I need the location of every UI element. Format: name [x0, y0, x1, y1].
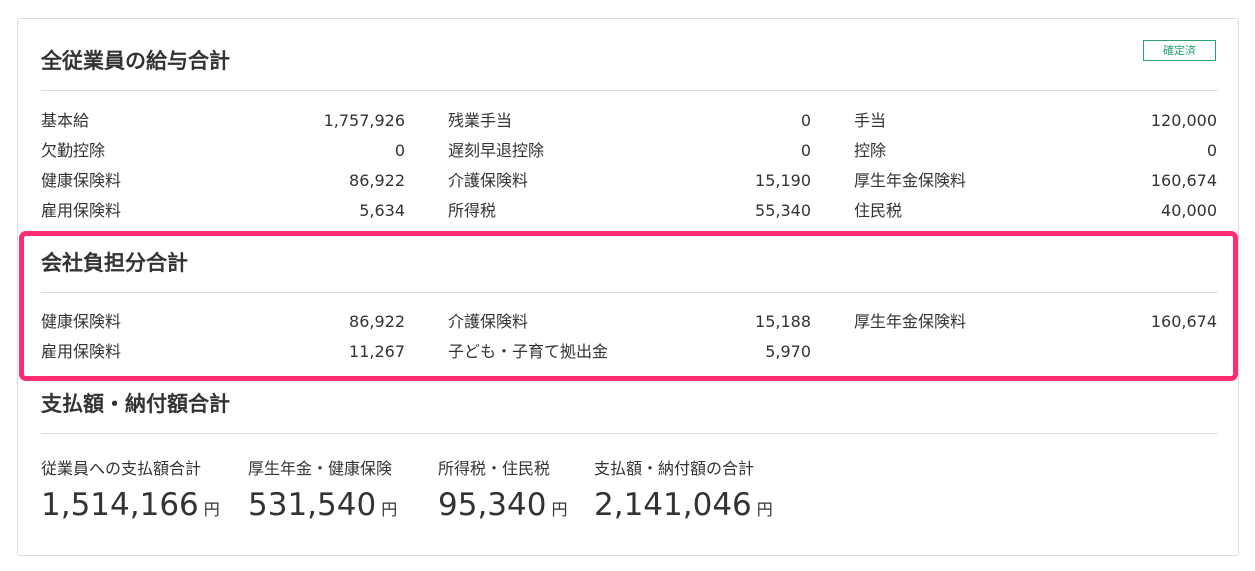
summary-amount: 2,141,046 [594, 487, 752, 523]
item-value: 5,634 [359, 201, 405, 220]
table-row: 基本給 1,757,926 残業手当 0 手当 120,000 [0, 109, 1255, 133]
item-label: 住民税 [854, 201, 903, 220]
item-label: 控除 [854, 141, 887, 160]
item-value: 0 [800, 141, 811, 160]
item-value: 86,922 [349, 171, 405, 190]
currency-unit: 円 [551, 500, 568, 519]
item-value: 0 [394, 141, 405, 160]
item-label: 手当 [854, 111, 887, 130]
item-label: 介護保険料 [448, 171, 529, 190]
item-value: 15,190 [755, 171, 811, 190]
currency-unit: 円 [756, 500, 773, 519]
table-row: 雇用保険料 5,634 所得税 55,340 住民税 40,000 [0, 199, 1255, 223]
currency-unit: 円 [381, 500, 398, 519]
summary-amount: 1,514,166 [41, 487, 199, 523]
summary-label: 従業員への支払額合計 [41, 459, 202, 478]
item-value: 40,000 [1161, 201, 1217, 220]
item-label: 欠勤控除 [41, 141, 106, 160]
item-label: 基本給 [41, 111, 90, 130]
item-value: 120,000 [1150, 111, 1217, 130]
item-label: 厚生年金保険料 [854, 171, 967, 190]
item-label: 所得税 [448, 201, 497, 220]
summary-amount: 95,340 [438, 487, 547, 523]
item-value: 55,340 [755, 201, 811, 220]
item-value: 1,757,926 [323, 111, 405, 130]
summary-value: 531,540 円 [248, 486, 397, 529]
summary-value: 95,340 円 [438, 486, 568, 529]
item-label: 雇用保険料 [41, 201, 122, 220]
summary-label: 厚生年金・健康保険 [248, 459, 393, 478]
summary-amount: 531,540 [248, 487, 377, 523]
item-value: 160,674 [1150, 171, 1217, 190]
summary-value: 1,514,166 円 [41, 486, 220, 529]
salary-total-title: 全従業員の給与合計 [41, 49, 230, 73]
item-label: 残業手当 [448, 111, 513, 130]
item-label: 遅刻早退控除 [448, 141, 545, 160]
item-value: 0 [800, 111, 811, 130]
summary-label: 所得税・住民税 [438, 459, 551, 478]
item-value: 0 [1206, 141, 1217, 160]
item-label: 健康保険料 [41, 171, 122, 190]
summary-label: 支払額・納付額の合計 [594, 459, 755, 478]
table-row: 欠勤控除 0 遅刻早退控除 0 控除 0 [0, 139, 1255, 163]
highlight-box [19, 231, 1238, 381]
divider [41, 433, 1218, 434]
payment-total-title: 支払額・納付額合計 [41, 392, 230, 416]
table-row: 健康保険料 86,922 介護保険料 15,190 厚生年金保険料 160,67… [0, 169, 1255, 193]
currency-unit: 円 [203, 500, 220, 519]
summary-value: 2,141,046 円 [594, 486, 773, 529]
status-badge: 確定済 [1143, 40, 1216, 61]
divider [41, 90, 1218, 91]
